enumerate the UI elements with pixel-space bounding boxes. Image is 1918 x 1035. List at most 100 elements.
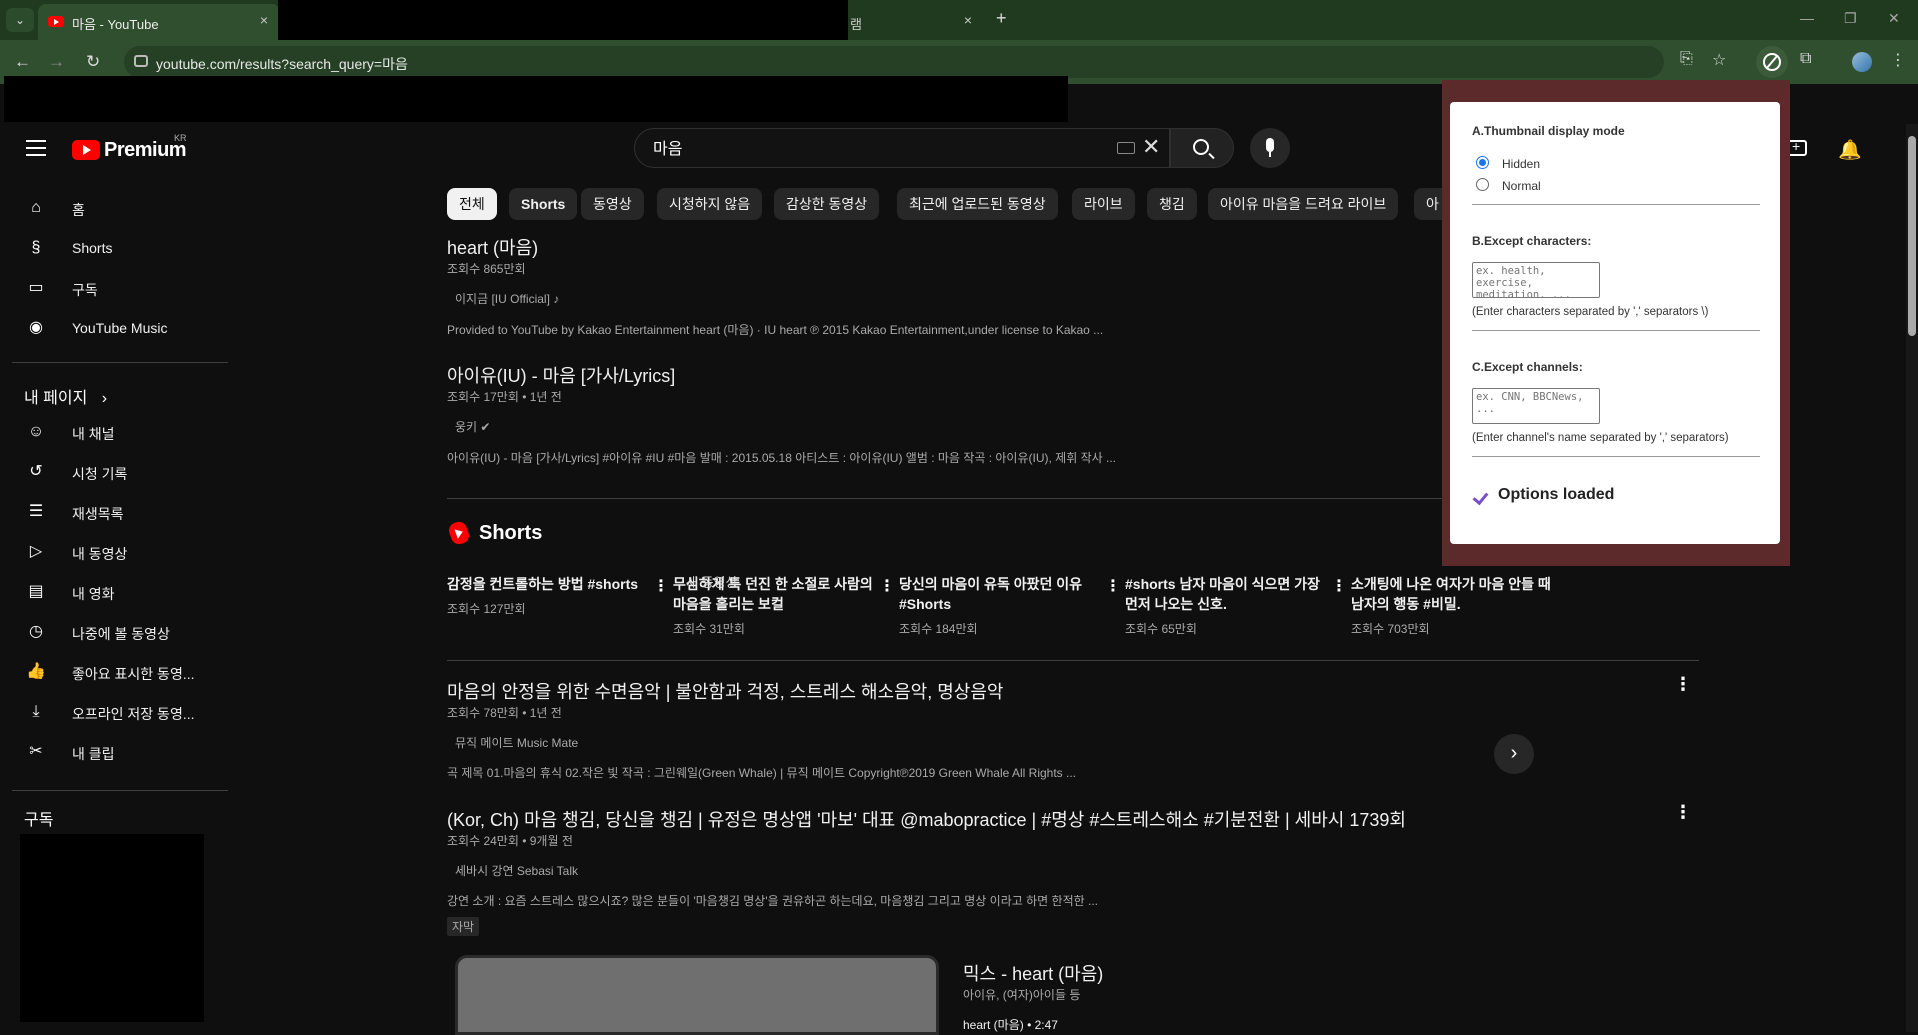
redacted-region (20, 834, 204, 1022)
sidebar-item[interactable]: 👍 좋아요 표시한 동영... (12, 652, 228, 692)
channel-name[interactable]: 뮤직 메이트 Music Mate (455, 734, 578, 751)
search-button[interactable] (1170, 128, 1234, 168)
sidebar-item[interactable]: ◷ 나중에 볼 동영상 (12, 612, 228, 652)
mix-title[interactable]: 믹스 - heart (마음) (963, 960, 1103, 986)
chevron-right-icon: › (101, 390, 108, 407)
sidebar-item[interactable]: ☺ 내 채널 (12, 412, 228, 452)
channel-name[interactable]: 이지금 [IU Official] ♪ (455, 290, 559, 307)
except-characters-input[interactable] (1472, 262, 1600, 298)
more-actions-icon[interactable]: ⋮ (1674, 674, 1692, 695)
short-title[interactable]: 당신의 마음이 유독 아팠던 이유 #Shorts (899, 574, 1109, 614)
more-actions-icon[interactable]: ⋮ (1105, 576, 1121, 596)
radio-normal-label[interactable]: Normal (1502, 179, 1541, 193)
tab-youtube[interactable]: 마음 - YouTube × (38, 4, 280, 40)
popup-divider (1472, 330, 1760, 331)
sidebar-item[interactable]: ▤ 내 영화 (12, 572, 228, 612)
tab-close-icon[interactable]: × (964, 12, 972, 28)
profile-avatar[interactable] (1852, 52, 1872, 72)
url-text[interactable]: youtube.com/results?search_query=마음 (156, 54, 408, 74)
search-input[interactable] (651, 137, 1091, 157)
new-tab-button[interactable]: + (996, 8, 1007, 29)
short-title[interactable]: 감정을 컨트롤하는 방법 #shorts (447, 574, 657, 594)
your-movies-icon: ▤ (28, 583, 44, 600)
tab-close-icon[interactable]: × (260, 12, 268, 28)
clear-search-icon[interactable]: ✕ (1142, 134, 1160, 160)
mix-thumbnail[interactable] (455, 955, 939, 1035)
bookmark-star-icon[interactable]: ☆ (1712, 50, 1726, 70)
sidebar-item[interactable]: ▭ 구독 (12, 268, 228, 308)
back-icon[interactable]: ← (14, 52, 31, 72)
filter-chip[interactable]: 시청하지 않음 (657, 188, 763, 220)
sidebar-item[interactable]: ▷ 내 동영상 (12, 532, 228, 572)
voice-search-button[interactable] (1250, 128, 1290, 168)
redacted-region (4, 76, 1068, 122)
tab-search-button[interactable]: ⌄ (6, 8, 34, 32)
sidebar-item[interactable]: ✂ 내 클립 (12, 732, 228, 772)
install-app-icon[interactable]: ⎘ (1680, 50, 1693, 68)
tab-title: 램 (850, 17, 862, 32)
site-info-icon[interactable] (134, 55, 148, 67)
more-actions-icon[interactable]: ⋮ (879, 576, 895, 596)
more-actions-icon[interactable]: ⋮ (1674, 802, 1692, 823)
search-box[interactable] (634, 128, 1170, 168)
guide-menu-icon[interactable] (26, 140, 46, 161)
mix-track[interactable]: heart (마음) • 2:47 (963, 1016, 1058, 1033)
filter-chip[interactable]: 최근에 업로드된 동영상 (897, 188, 1058, 220)
next-arrow-button[interactable]: › (1494, 734, 1534, 774)
sidebar-item[interactable]: ☰ 재생목록 (12, 492, 228, 532)
restore-icon[interactable]: ❐ (1844, 10, 1857, 27)
radio-hidden[interactable] (1476, 156, 1489, 169)
address-bar[interactable]: youtube.com/results?search_query=마음 (124, 46, 1664, 78)
more-actions-icon[interactable]: ⋮ (653, 576, 669, 596)
video-title[interactable]: 아이유(IU) - 마음 [가사/Lyrics] (447, 362, 675, 388)
video-title[interactable]: 마음의 안정을 위한 수면음악 | 불안함과 걱정, 스트레스 해소음악, 명상… (447, 678, 1003, 704)
browser-menu-icon[interactable]: ⋮ (1890, 50, 1906, 70)
short-item[interactable]: 당신의 마음이 유독 아팠던 이유 #Shorts 조회수 184만회 ⋮ (899, 574, 1121, 637)
video-title[interactable]: heart (마음) (447, 234, 538, 260)
filter-chip[interactable]: 감상한 동영상 (774, 188, 880, 220)
more-actions-icon[interactable]: ⋮ (1331, 576, 1347, 596)
tab-second[interactable]: 램 × (848, 4, 976, 40)
sidebar-item[interactable]: ↺ 시청 기록 (12, 452, 228, 492)
new-video-overlay: 새 동영상 (686, 575, 738, 590)
short-item[interactable]: 소개팅에 나온 여자가 마음 안들 때 남자의 행동 #비밀. 조회수 703만회 (1351, 574, 1561, 637)
minimize-icon[interactable]: — (1800, 10, 1814, 26)
filter-chip[interactable]: 동영상 (581, 188, 644, 220)
filter-chip[interactable]: Shorts (509, 188, 578, 220)
downloads-icon: ⤓ (32, 703, 40, 720)
sidebar-item-label: 나중에 볼 동영상 (72, 626, 170, 642)
except-channels-input[interactable] (1472, 388, 1600, 424)
video-title[interactable]: (Kor, Ch) 마음 챙김, 당신을 챙김 | 유정은 명상앱 '마보' 대… (447, 806, 1406, 832)
sidebar-item[interactable]: § Shorts (12, 228, 228, 268)
sidebar-item[interactable]: ⌂ 홈 (12, 188, 228, 228)
extensions-puzzle-icon[interactable]: ⧉ (1800, 50, 1811, 68)
reload-icon[interactable]: ↻ (86, 52, 100, 72)
channel-name[interactable]: 웅키 ✔ (455, 418, 490, 435)
sidebar-you-heading[interactable]: 내 페이지 › (24, 384, 107, 408)
filter-chip[interactable]: 아이유 마음을 드려요 라이브 (1208, 188, 1399, 220)
page-scrollbar[interactable] (1906, 124, 1918, 1032)
radio-normal[interactable] (1476, 178, 1489, 191)
thumbnail-blocker-extension-icon[interactable] (1756, 46, 1788, 78)
sidebar-item[interactable]: ◉ YouTube Music (12, 308, 228, 348)
playlists-icon: ☰ (28, 503, 44, 520)
sidebar-item[interactable]: ⤓ 오프라인 저장 동영... (12, 692, 228, 732)
keyboard-icon[interactable] (1117, 142, 1135, 154)
filter-chip[interactable]: 전체 (447, 188, 497, 220)
channel-name[interactable]: 세바시 강연 Sebasi Talk (455, 862, 578, 879)
video-meta: 조회수 865만회 (447, 262, 526, 276)
forward-icon[interactable]: → (48, 52, 65, 72)
create-video-icon[interactable] (1787, 138, 1807, 156)
filter-chip[interactable]: 라이브 (1072, 188, 1135, 220)
sidebar-item-label: 내 클립 (72, 746, 115, 762)
notifications-bell-icon[interactable]: 🔔 (1838, 138, 1862, 162)
sidebar-item-label: 시청 기록 (72, 466, 128, 482)
short-title[interactable]: #shorts 남자 마음이 식으면 가장 먼저 나오는 신호. (1125, 574, 1335, 614)
radio-hidden-label[interactable]: Hidden (1502, 157, 1540, 171)
short-title[interactable]: 소개팅에 나온 여자가 마음 안들 때 남자의 행동 #비밀. (1351, 574, 1561, 614)
scrollbar-thumb[interactable] (1908, 136, 1916, 336)
filter-chip[interactable]: 챙김 (1147, 188, 1197, 220)
short-item[interactable]: #shorts 남자 마음이 식으면 가장 먼저 나오는 신호. 조회수 65만회… (1125, 574, 1347, 637)
short-item[interactable]: 감정을 컨트롤하는 방법 #shorts 조회수 127만회 ⋮ (447, 574, 669, 617)
window-close-icon[interactable]: ✕ (1888, 10, 1900, 27)
